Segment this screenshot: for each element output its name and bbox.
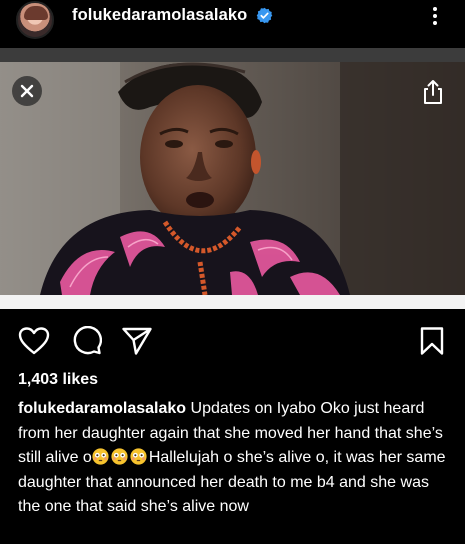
post-username[interactable]: folukedaramolasalako: [72, 6, 247, 25]
flushed-face-icon: [92, 448, 109, 465]
avatar[interactable]: [16, 1, 54, 39]
post-header: folukedaramolasalako: [0, 0, 465, 48]
media-bottom-strip: [0, 295, 465, 309]
close-button[interactable]: [12, 76, 42, 106]
comment-icon[interactable]: [72, 326, 102, 356]
more-options-icon[interactable]: [428, 5, 442, 29]
header-divider: [0, 48, 465, 62]
post-caption: folukedaramolasalako Updates on Iyabo Ok…: [18, 397, 448, 520]
post-actions-bar: [0, 316, 465, 366]
post-photo-illustration: [0, 62, 465, 295]
flushed-face-icon: [130, 448, 147, 465]
heart-icon[interactable]: [18, 326, 50, 356]
likes-count[interactable]: 1,403 likes: [18, 371, 98, 389]
bookmark-icon[interactable]: [419, 326, 445, 356]
close-icon: [20, 84, 34, 98]
verified-badge-icon: [256, 7, 273, 24]
send-icon[interactable]: [121, 326, 153, 356]
caption-username[interactable]: folukedaramolasalako: [18, 400, 186, 417]
share-button[interactable]: [420, 78, 446, 106]
share-icon: [424, 80, 442, 104]
post-image[interactable]: [0, 62, 465, 295]
flushed-face-icon: [111, 448, 128, 465]
